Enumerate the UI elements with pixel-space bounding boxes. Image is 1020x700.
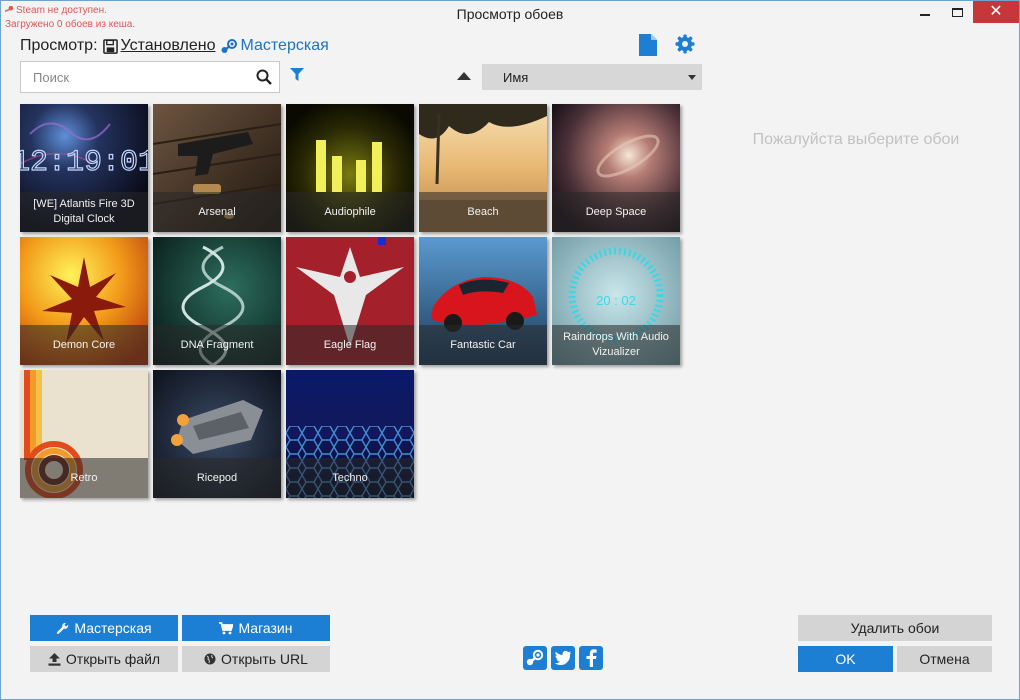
- filter-button[interactable]: [290, 68, 304, 87]
- social-links: [523, 646, 603, 670]
- search-button[interactable]: [249, 69, 279, 85]
- clock-readout: 20 : 02: [596, 293, 636, 308]
- wallpaper-tile[interactable]: Beach: [419, 104, 547, 232]
- wallpaper-tile[interactable]: Arsenal: [153, 104, 281, 232]
- sort-field-select[interactable]: Имя: [482, 64, 702, 90]
- twitter-icon: [554, 650, 571, 665]
- maximize-button[interactable]: [941, 1, 973, 23]
- wallpaper-tile[interactable]: Audiophile: [286, 104, 414, 232]
- open-file-button-label: Открыть файл: [65, 651, 161, 667]
- wallpaper-title: Audiophile: [286, 192, 414, 232]
- search-input[interactable]: [21, 62, 249, 92]
- wallpaper-title: Techno: [286, 458, 414, 498]
- wallpaper-title: [WE] Atlantis Fire 3D Digital Clock: [20, 192, 148, 232]
- wallpaper-browser-window: Steam не доступен. Загружено 0 обоев из …: [0, 0, 1020, 700]
- view-workshop-label: Мастерская: [240, 37, 329, 54]
- minimize-button[interactable]: [909, 1, 941, 23]
- wallpaper-tile[interactable]: Fantastic Car: [419, 237, 547, 365]
- delete-wallpaper-label: Удалить обои: [850, 620, 940, 636]
- clock-readout: 12:19:01: [20, 146, 148, 180]
- close-icon: ✕: [989, 3, 1003, 20]
- filter-icon: [290, 68, 304, 81]
- chevron-down-icon: [688, 75, 696, 80]
- wallpaper-title: Retro: [20, 458, 148, 498]
- wrench-icon: [57, 622, 69, 634]
- gear-icon: [675, 34, 695, 54]
- workshop-button[interactable]: Мастерская: [30, 615, 178, 641]
- wallpaper-tile[interactable]: 12:19:01 [WE] Atlantis Fire 3D Digital C…: [20, 104, 148, 232]
- search-icon: [256, 69, 272, 85]
- top-toolbar: [639, 34, 695, 56]
- file-icon: [639, 34, 657, 56]
- view-installed-label: Установлено: [120, 37, 216, 54]
- search-box: [20, 61, 280, 93]
- upload-icon: [48, 652, 61, 666]
- workshop-button-label: Мастерская: [74, 620, 152, 636]
- no-selection-message: Пожалуйста выберите обои: [752, 131, 960, 148]
- window-controls: ✕: [909, 1, 1019, 23]
- twitter-link[interactable]: [551, 646, 575, 670]
- view-mode-bar: Просмотр: Установлено Мастерская: [20, 35, 333, 57]
- minimize-icon: [920, 14, 930, 16]
- view-workshop-link[interactable]: Мастерская: [220, 37, 329, 55]
- steam-icon: [526, 649, 544, 666]
- wallpaper-tile[interactable]: Ricepod: [153, 370, 281, 498]
- wallpaper-tile[interactable]: Deep Space: [552, 104, 680, 232]
- wallpaper-tile[interactable]: Demon Core: [20, 237, 148, 365]
- cancel-button-label: Отмена: [919, 651, 970, 667]
- floppy-disk-icon: [102, 38, 118, 54]
- sort-field-value: Имя: [503, 69, 529, 85]
- wallpaper-title: Eagle Flag: [286, 325, 414, 365]
- delete-wallpaper-button[interactable]: Удалить обои: [798, 615, 992, 641]
- open-url-button-label: Открыть URL: [221, 651, 308, 667]
- facebook-link[interactable]: [579, 646, 603, 670]
- wallpaper-tile[interactable]: Retro: [20, 370, 148, 498]
- cancel-button[interactable]: Отмена: [897, 646, 992, 672]
- maximize-icon: [951, 7, 963, 17]
- facebook-icon: [586, 649, 597, 667]
- open-url-button[interactable]: Открыть URL: [182, 646, 330, 672]
- steam-icon: [221, 38, 237, 53]
- shop-button[interactable]: Магазин: [182, 615, 330, 641]
- shop-button-label: Магазин: [238, 620, 293, 636]
- view-label: Просмотр:: [20, 37, 98, 54]
- view-installed-link[interactable]: Установлено: [102, 37, 216, 55]
- globe-icon: [204, 653, 216, 665]
- window-title: Просмотр обоев: [456, 6, 564, 22]
- open-file-button[interactable]: Открыть файл: [30, 646, 178, 672]
- wallpaper-title: Ricepod: [153, 458, 281, 498]
- wallpaper-title: Fantastic Car: [419, 325, 547, 365]
- new-wallpaper-button[interactable]: [639, 34, 657, 56]
- sort-ascending-icon[interactable]: [457, 72, 471, 80]
- settings-button[interactable]: [675, 34, 695, 56]
- wallpaper-title: Raindrops With Audio Vizualizer: [552, 325, 680, 365]
- wallpaper-title: Demon Core: [20, 325, 148, 365]
- wallpaper-tile[interactable]: Techno: [286, 370, 414, 498]
- wallpaper-tile[interactable]: DNA Fragment: [153, 237, 281, 365]
- steam-link[interactable]: [523, 646, 547, 670]
- cart-icon: [219, 621, 234, 634]
- wallpaper-tile[interactable]: Eagle Flag: [286, 237, 414, 365]
- wallpaper-title: Arsenal: [153, 192, 281, 232]
- close-button[interactable]: ✕: [973, 1, 1019, 23]
- ok-button-label: OK: [835, 651, 856, 667]
- ok-button[interactable]: OK: [798, 646, 893, 672]
- wallpaper-title: Deep Space: [552, 192, 680, 232]
- wallpaper-title: DNA Fragment: [153, 325, 281, 365]
- wallpaper-title: Beach: [419, 192, 547, 232]
- wallpaper-tile[interactable]: 20 : 02 Raindrops With Audio Vizualizer: [552, 237, 680, 365]
